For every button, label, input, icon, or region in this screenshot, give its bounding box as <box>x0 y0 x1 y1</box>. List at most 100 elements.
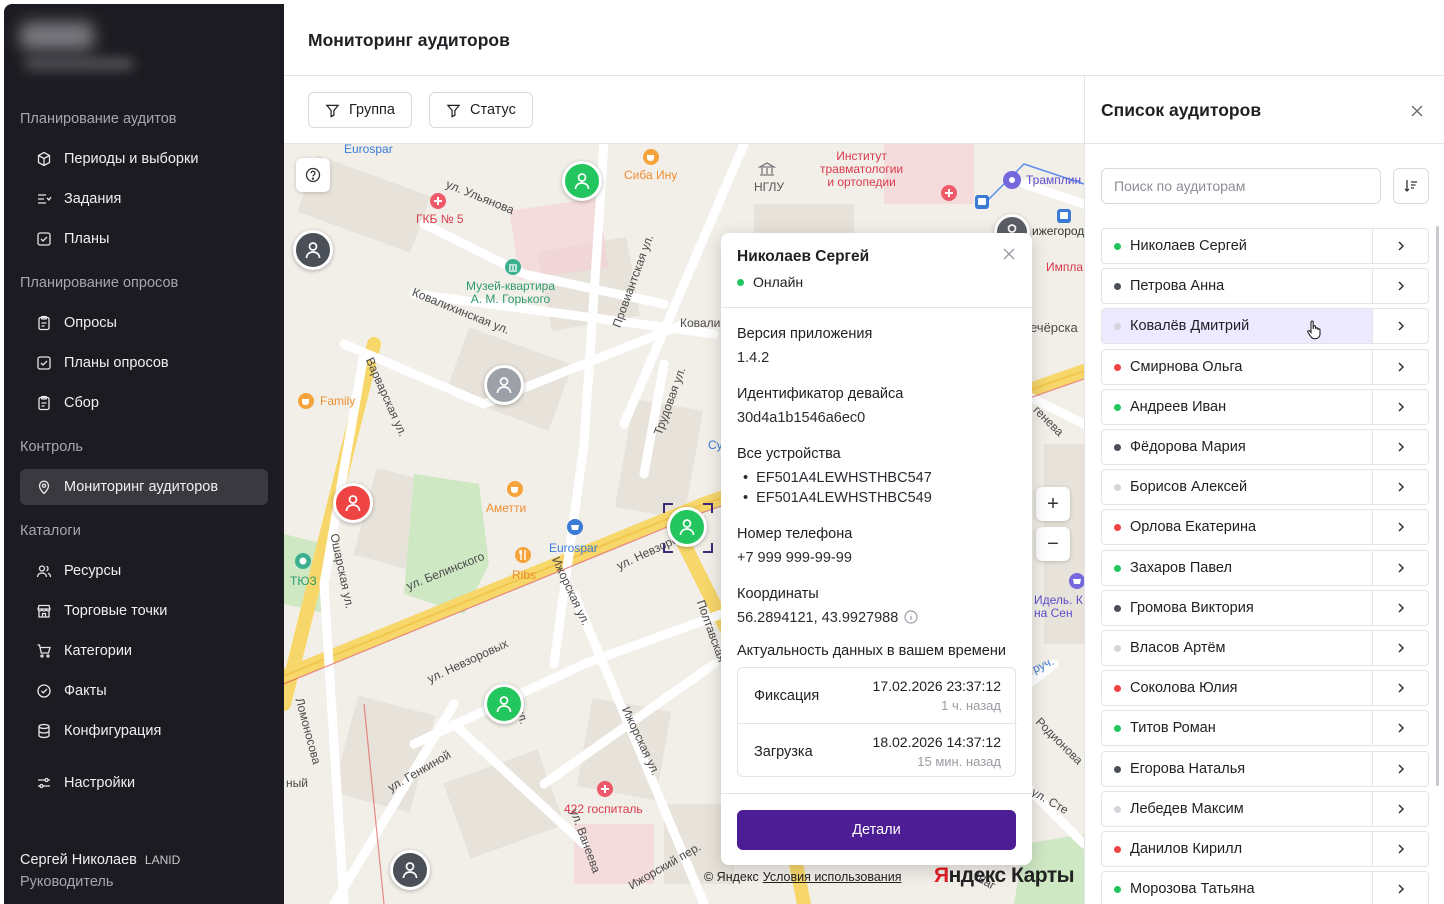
auditor-marker[interactable] <box>562 161 602 201</box>
auditor-list-item[interactable]: Смирнова Ольга <box>1101 349 1429 385</box>
chevron-right-button[interactable] <box>1372 591 1428 625</box>
chevron-right-button[interactable] <box>1372 792 1428 826</box>
cafe-icon <box>507 481 523 497</box>
chevron-right-button[interactable] <box>1372 872 1428 904</box>
auditor-list-item[interactable]: Морозова Татьяна <box>1101 871 1429 904</box>
sidebar-item-auditor-monitoring[interactable]: Мониторинг аудиторов <box>20 469 268 505</box>
map-help-button[interactable] <box>296 158 330 192</box>
poi-label: ижегород <box>1032 224 1084 238</box>
chevron-right-button[interactable] <box>1372 430 1428 464</box>
status-filter-button[interactable]: Статус <box>429 92 533 128</box>
auditor-list-item[interactable]: Ковалёв Дмитрий <box>1101 308 1429 344</box>
auditor-list-item[interactable]: Орлова Екатерина <box>1101 509 1429 545</box>
auditor-marker[interactable] <box>390 850 430 890</box>
chevron-right-button[interactable] <box>1372 711 1428 745</box>
tram-stop-icon <box>975 195 989 209</box>
clipboard-icon <box>36 315 52 331</box>
coords-value: 56.2894121, 43.9927988 <box>737 610 899 626</box>
auditors-panel: Список аудиторов Николаев Сергей Петрова … <box>1084 76 1444 904</box>
poi-label: Сиба Ину <box>624 168 678 182</box>
sidebar-item-label: Планы опросов <box>64 355 169 371</box>
device-id-label: Идентификатор девайса <box>737 386 904 402</box>
auditor-marker[interactable] <box>484 684 524 724</box>
hospital-icon <box>597 781 613 797</box>
chevron-right-button[interactable] <box>1372 671 1428 705</box>
auditor-name: Данилов Кирилл <box>1130 841 1243 857</box>
sidebar-item-label: Настройки <box>64 775 136 791</box>
restaurant-icon <box>515 547 531 563</box>
zoom-out-button[interactable]: − <box>1036 527 1070 561</box>
info-icon[interactable] <box>904 610 918 624</box>
sidebar-item-configuration[interactable]: Конфигурация <box>20 713 268 749</box>
auditor-name: Власов Артём <box>1130 640 1226 656</box>
yandex-maps-logo[interactable]: Яндекс Карты <box>934 864 1075 888</box>
sidebar-item-surveys[interactable]: Опросы <box>20 305 268 341</box>
poi-label: ГКБ № 5 <box>416 212 464 226</box>
sidebar-item-tasks[interactable]: Задания <box>20 181 268 217</box>
chevron-right-icon <box>1397 643 1404 653</box>
auditor-list-item[interactable]: Петрова Анна <box>1101 268 1429 304</box>
auditor-list-item[interactable]: Данилов Кирилл <box>1101 831 1429 867</box>
status-dot <box>1114 845 1121 853</box>
auditor-marker[interactable] <box>484 365 524 405</box>
poi-label: 422 госпиталь <box>564 802 643 816</box>
auditor-list-item[interactable]: Фёдорова Мария <box>1101 429 1429 465</box>
street-label: ечёрска <box>1030 320 1078 335</box>
details-button[interactable]: Детали <box>737 810 1016 850</box>
chevron-right-button[interactable] <box>1372 510 1428 544</box>
terms-link[interactable]: Условия использования <box>763 870 902 884</box>
chevron-right-button[interactable] <box>1372 229 1428 263</box>
sidebar-item-label: Конфигурация <box>64 723 162 739</box>
panel-scrollbar[interactable] <box>1436 226 1439 786</box>
sidebar-item-plans[interactable]: Планы <box>20 221 268 257</box>
auditor-list-item[interactable]: Борисов Алексей <box>1101 469 1429 505</box>
sidebar-item-resources[interactable]: Ресурсы <box>20 553 268 589</box>
sidebar-item-settings[interactable]: Настройки <box>20 765 268 801</box>
auditor-list-item[interactable]: Громова Виктория <box>1101 590 1429 626</box>
chevron-right-button[interactable] <box>1372 832 1428 866</box>
chevron-right-button[interactable] <box>1372 269 1428 303</box>
close-icon[interactable] <box>1002 247 1016 261</box>
check-circle-icon <box>36 683 52 699</box>
auditor-list-item[interactable]: Титов Роман <box>1101 710 1429 746</box>
poi-label: Аметти <box>486 501 527 515</box>
map-copyright: © Яндекс Условия использования <box>704 870 901 884</box>
sidebar-item-survey-plans[interactable]: Планы опросов <box>20 345 268 381</box>
chevron-right-button[interactable] <box>1372 350 1428 384</box>
sidebar-item-facts[interactable]: Факты <box>20 673 268 709</box>
chevron-right-button[interactable] <box>1372 309 1428 343</box>
status-dot <box>1114 805 1121 813</box>
auditor-list-item[interactable]: Власов Артём <box>1101 630 1429 666</box>
chevron-right-button[interactable] <box>1372 390 1428 424</box>
chevron-right-button[interactable] <box>1372 551 1428 585</box>
panel-title: Список аудиторов <box>1101 100 1262 120</box>
close-icon[interactable] <box>1410 104 1424 118</box>
auditor-marker[interactable] <box>293 230 333 270</box>
chevron-right-button[interactable] <box>1372 470 1428 504</box>
sidebar-item-stores[interactable]: Торговые точки <box>20 593 268 629</box>
sidebar-item-categories[interactable]: Категории <box>20 633 268 669</box>
status-dot <box>737 278 744 286</box>
device-item: EF501A4LEWHSTHBC547 <box>737 468 932 488</box>
sidebar-item-label: Торговые точки <box>64 603 168 619</box>
chevron-right-button[interactable] <box>1372 631 1428 665</box>
user-profile[interactable]: Сергей Николаев LANID Руководитель <box>20 852 180 890</box>
auditor-marker[interactable] <box>333 483 373 523</box>
auditor-list-item[interactable]: Николаев Сергей <box>1101 228 1429 264</box>
chevron-right-icon <box>1397 563 1404 573</box>
auditor-list-item[interactable]: Егорова Наталья <box>1101 751 1429 787</box>
upload-ago: 15 мин. назад <box>917 754 1001 769</box>
chevron-right-button[interactable] <box>1372 752 1428 786</box>
auditor-list-item[interactable]: Соколова Юлия <box>1101 670 1429 706</box>
sidebar-item-collection[interactable]: Сбор <box>20 385 268 421</box>
auditor-list-item[interactable]: Захаров Павел <box>1101 550 1429 586</box>
table-row: Загрузка 18.02.2026 14:37:12 15 мин. наз… <box>738 723 1017 778</box>
auditor-search-input[interactable] <box>1101 168 1381 204</box>
group-filter-button[interactable]: Группа <box>308 92 412 128</box>
auditor-list-item[interactable]: Андреев Иван <box>1101 389 1429 425</box>
sort-button[interactable] <box>1393 168 1429 204</box>
zoom-in-button[interactable]: + <box>1036 487 1070 521</box>
sidebar-item-periods[interactable]: Периоды и выборки <box>20 141 268 177</box>
auditor-list-item[interactable]: Лебедев Максим <box>1101 791 1429 827</box>
app-version-label: Версия приложения <box>737 326 873 342</box>
